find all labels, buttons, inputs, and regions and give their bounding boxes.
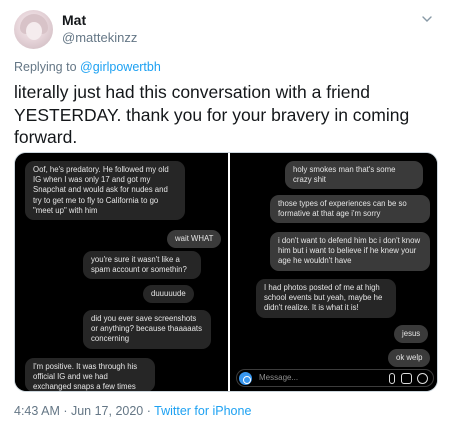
tweet-timestamp[interactable]: 4:43 AM · Jun 17, 2020 · (14, 404, 154, 418)
avatar[interactable] (14, 10, 53, 49)
dm-bubble: Oof, he's predatory. He followed my old … (25, 161, 185, 221)
tweet-media[interactable]: Oof, he's predatory. He followed my old … (14, 152, 438, 392)
dm-bubble: wait WHAT (167, 230, 222, 249)
photo-icon[interactable] (401, 373, 412, 384)
replying-to-mention[interactable]: @girlpowertbh (80, 60, 161, 74)
dm-bubble: jesus (394, 325, 429, 344)
message-placeholder: Message... (259, 373, 299, 382)
tweet-header: Mat @mattekinzz (14, 10, 438, 50)
replying-prefix: Replying to (14, 60, 77, 74)
dm-bubble: did you ever save screenshots or anythin… (83, 310, 211, 349)
tweet-source[interactable]: Twitter for iPhone (154, 404, 251, 418)
sticker-icon[interactable] (417, 373, 428, 384)
message-composer[interactable]: Message... (236, 369, 434, 387)
chevron-down-icon[interactable] (420, 12, 434, 26)
dm-bubble: ok welp (388, 349, 431, 368)
dm-bubble: i don't want to defend him bc i don't kn… (270, 232, 430, 271)
user-handle[interactable]: @mattekinzz (62, 30, 137, 45)
avatar-face (26, 22, 42, 40)
replying-to: Replying to @girlpowertbh (14, 60, 161, 74)
dm-screenshot-left: Oof, he's predatory. He followed my old … (15, 153, 229, 391)
camera-icon[interactable] (239, 372, 252, 385)
dm-bubble: holy smokes man that's some crazy shit (285, 161, 423, 190)
tweet-text: literally just had this conversation wit… (14, 82, 410, 147)
tweet-metadata: 4:43 AM · Jun 17, 2020 · Twitter for iPh… (14, 404, 251, 418)
dm-bubble: you're sure it wasn't like a spam accoun… (83, 251, 201, 280)
display-name[interactable]: Mat (62, 12, 86, 28)
dm-bubble: duuuuude (143, 285, 194, 304)
dm-bubble: those types of experiences can be so for… (270, 195, 430, 224)
microphone-icon[interactable] (389, 373, 395, 384)
dm-bubble: I'm positive. It was through his officia… (25, 358, 155, 391)
dm-screenshot-right: holy smokes man that's some crazy shit t… (230, 153, 437, 391)
dm-bubble: I had photos posted of me at high school… (256, 279, 396, 318)
